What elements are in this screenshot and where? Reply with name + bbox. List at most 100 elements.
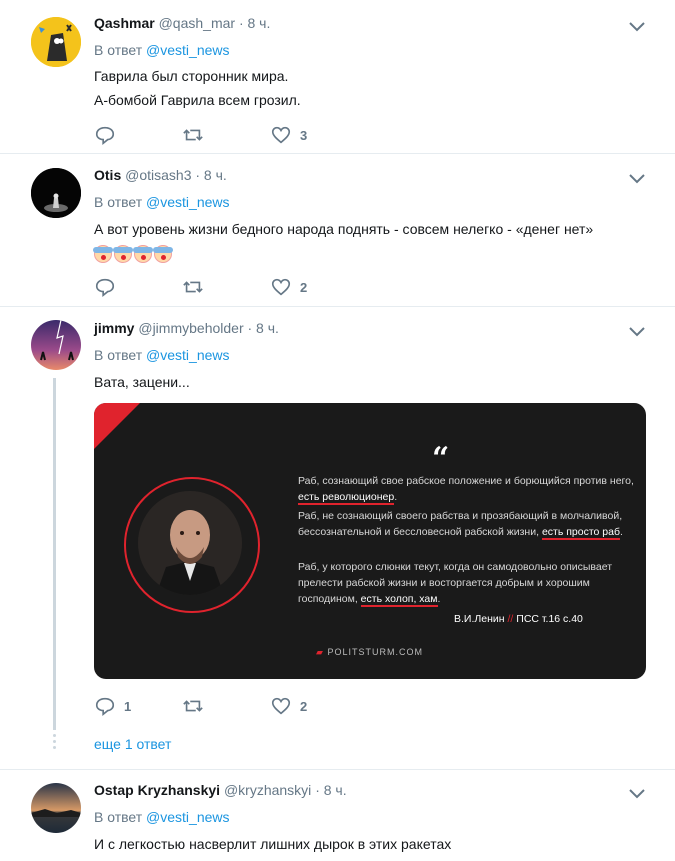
reply-button[interactable]: 1 — [94, 694, 131, 718]
tweet-actions: 3 — [94, 123, 514, 147]
retweet-button[interactable] — [182, 123, 212, 147]
like-button[interactable]: 2 — [270, 275, 307, 299]
reply-mention-link[interactable]: @vesti_news — [146, 809, 229, 825]
chevron-down-icon[interactable] — [628, 787, 646, 799]
quote-text: . — [437, 593, 441, 605]
reply-count: 1 — [124, 698, 132, 714]
author-name[interactable]: Otis — [94, 167, 121, 183]
attribution-separator: // — [507, 613, 514, 625]
quote-text: Раб, у которого слюнки текут, когда он с… — [298, 561, 613, 605]
tweet-otis: Otis @otisash3 · 8 ч. В ответ @vesti_new… — [0, 153, 675, 307]
like-count: 2 — [300, 279, 308, 295]
reply-to: В ответ @vesti_news — [94, 42, 230, 58]
like-count: 3 — [300, 127, 308, 143]
tweet-time[interactable]: · 8 ч. — [248, 320, 279, 336]
retweet-icon — [183, 129, 203, 141]
tweet-header: Qashmar @qash_mar · 8 ч. — [94, 15, 270, 31]
clown-face-icon — [113, 245, 133, 264]
reply-button[interactable] — [94, 123, 124, 147]
clown-face-icon — [153, 245, 173, 264]
tweet-text-line: А вот уровень жизни бедного народа подня… — [94, 221, 594, 237]
chevron-down-icon[interactable] — [628, 20, 646, 32]
like-button[interactable]: 3 — [270, 123, 307, 147]
tweet-time[interactable]: · 8 ч. — [239, 15, 270, 31]
retweet-icon — [183, 281, 203, 293]
retweet-button[interactable] — [182, 694, 212, 718]
author-handle[interactable]: @qash_mar — [159, 15, 235, 31]
tweet-actions: 1 2 — [94, 694, 514, 718]
clown-face-icon — [133, 245, 153, 264]
author-handle[interactable]: @kryzhanskyi — [224, 782, 311, 798]
tweet-time[interactable]: · 8 ч. — [195, 167, 226, 183]
reply-button[interactable] — [94, 275, 124, 299]
chevron-down-icon[interactable] — [628, 172, 646, 184]
reply-to: В ответ @vesti_news — [94, 809, 230, 825]
reply-icon — [95, 278, 115, 297]
heart-icon — [271, 278, 291, 296]
portrait-image — [138, 491, 242, 595]
retweet-button[interactable] — [182, 275, 212, 299]
tweet-actions: 2 — [94, 275, 514, 299]
quote-text: Раб, сознающий свое рабское положение и … — [298, 475, 634, 487]
reply-icon — [95, 697, 115, 716]
tweet-header: Ostap Kryzhanskyi @kryzhanskyi · 8 ч. — [94, 782, 347, 798]
quote-mark: “ — [432, 441, 450, 476]
author-handle[interactable]: @otisash3 — [125, 167, 191, 183]
quote-source: ПСС т.16 с.40 — [516, 613, 583, 625]
reply-to: В ответ @vesti_news — [94, 347, 230, 363]
quote-author: В.И.Ленин — [454, 613, 505, 625]
reply-icon — [95, 126, 115, 145]
emoji-row — [93, 241, 654, 265]
clown-face-icon — [93, 245, 113, 264]
tweet-ostap: Ostap Kryzhanskyi @kryzhanskyi · 8 ч. В … — [0, 769, 675, 861]
reply-mention-link[interactable]: @vesti_news — [146, 42, 229, 58]
author-name[interactable]: Qashmar — [94, 15, 155, 31]
quote-paragraph: Раб, сознающий свое рабское положение и … — [298, 473, 638, 505]
tweet-qashmar: Qashmar @qash_mar · 8 ч. В ответ @vesti_… — [0, 0, 675, 154]
tweet-text-line: А-бомбой Гаврила всем грозил. — [94, 92, 301, 108]
author-name[interactable]: Ostap Kryzhanskyi — [94, 782, 220, 798]
reply-mention-link[interactable]: @vesti_news — [146, 194, 229, 210]
quote-highlight: есть просто раб — [541, 526, 620, 540]
chevron-down-icon[interactable] — [628, 325, 646, 337]
quote-attribution: В.И.Ленин // ПСС т.16 с.40 — [454, 613, 583, 625]
quote-text: . — [619, 526, 623, 538]
tweet-text: Гаврила был сторонник мира. А-бомбой Гав… — [94, 64, 301, 112]
avatar[interactable] — [31, 783, 81, 833]
heart-icon — [271, 126, 291, 144]
brand-mark-icon: ▰ — [316, 647, 324, 657]
author-name[interactable]: jimmy — [94, 320, 134, 336]
brand-name: POLITSTURM.COM — [327, 647, 423, 657]
heart-icon — [271, 697, 291, 715]
reply-prefix: В ответ — [94, 42, 143, 58]
avatar[interactable] — [31, 168, 81, 218]
quote-paragraph: Раб, у которого слюнки текут, когда он с… — [298, 559, 638, 607]
corner-accent — [94, 403, 140, 449]
reply-prefix: В ответ — [94, 347, 143, 363]
author-handle[interactable]: @jimmybeholder — [138, 320, 243, 336]
quote-highlight: есть холоп, хам — [360, 593, 438, 607]
avatar[interactable] — [31, 17, 81, 67]
tweet-header: Otis @otisash3 · 8 ч. — [94, 167, 227, 183]
reply-prefix: В ответ — [94, 194, 143, 210]
tweet-header: jimmy @jimmybeholder · 8 ч. — [94, 320, 279, 336]
quote-paragraph: Раб, не сознающий своего рабства и прозя… — [298, 508, 638, 540]
tweet-text: И с легкостью насверлит лишних дырок в э… — [94, 832, 451, 856]
retweet-icon — [183, 700, 203, 712]
tweet-text-line: Вата, зацени... — [94, 374, 190, 390]
quote-image-card[interactable]: “ Раб, сознающий свое рабское положение … — [94, 403, 646, 679]
quote-text: . — [394, 491, 398, 503]
tweet-text-line: И с легкостью насверлит лишних дырок в э… — [94, 836, 452, 852]
tweet-text-line: Гаврила был сторонник мира. — [94, 68, 289, 84]
brand-watermark: ▰ POLITSTURM.COM — [316, 647, 423, 658]
thread-line — [53, 378, 56, 730]
avatar[interactable] — [31, 320, 81, 370]
like-button[interactable]: 2 — [270, 694, 307, 718]
more-replies-link[interactable]: еще 1 ответ — [94, 736, 171, 752]
quote-highlight: есть революционер — [298, 491, 395, 505]
reply-prefix: В ответ — [94, 809, 143, 825]
tweet-text: А вот уровень жизни бедного народа подня… — [93, 217, 654, 265]
tweet-time[interactable]: · 8 ч. — [315, 782, 346, 798]
reply-mention-link[interactable]: @vesti_news — [146, 347, 229, 363]
reply-to: В ответ @vesti_news — [94, 194, 230, 210]
